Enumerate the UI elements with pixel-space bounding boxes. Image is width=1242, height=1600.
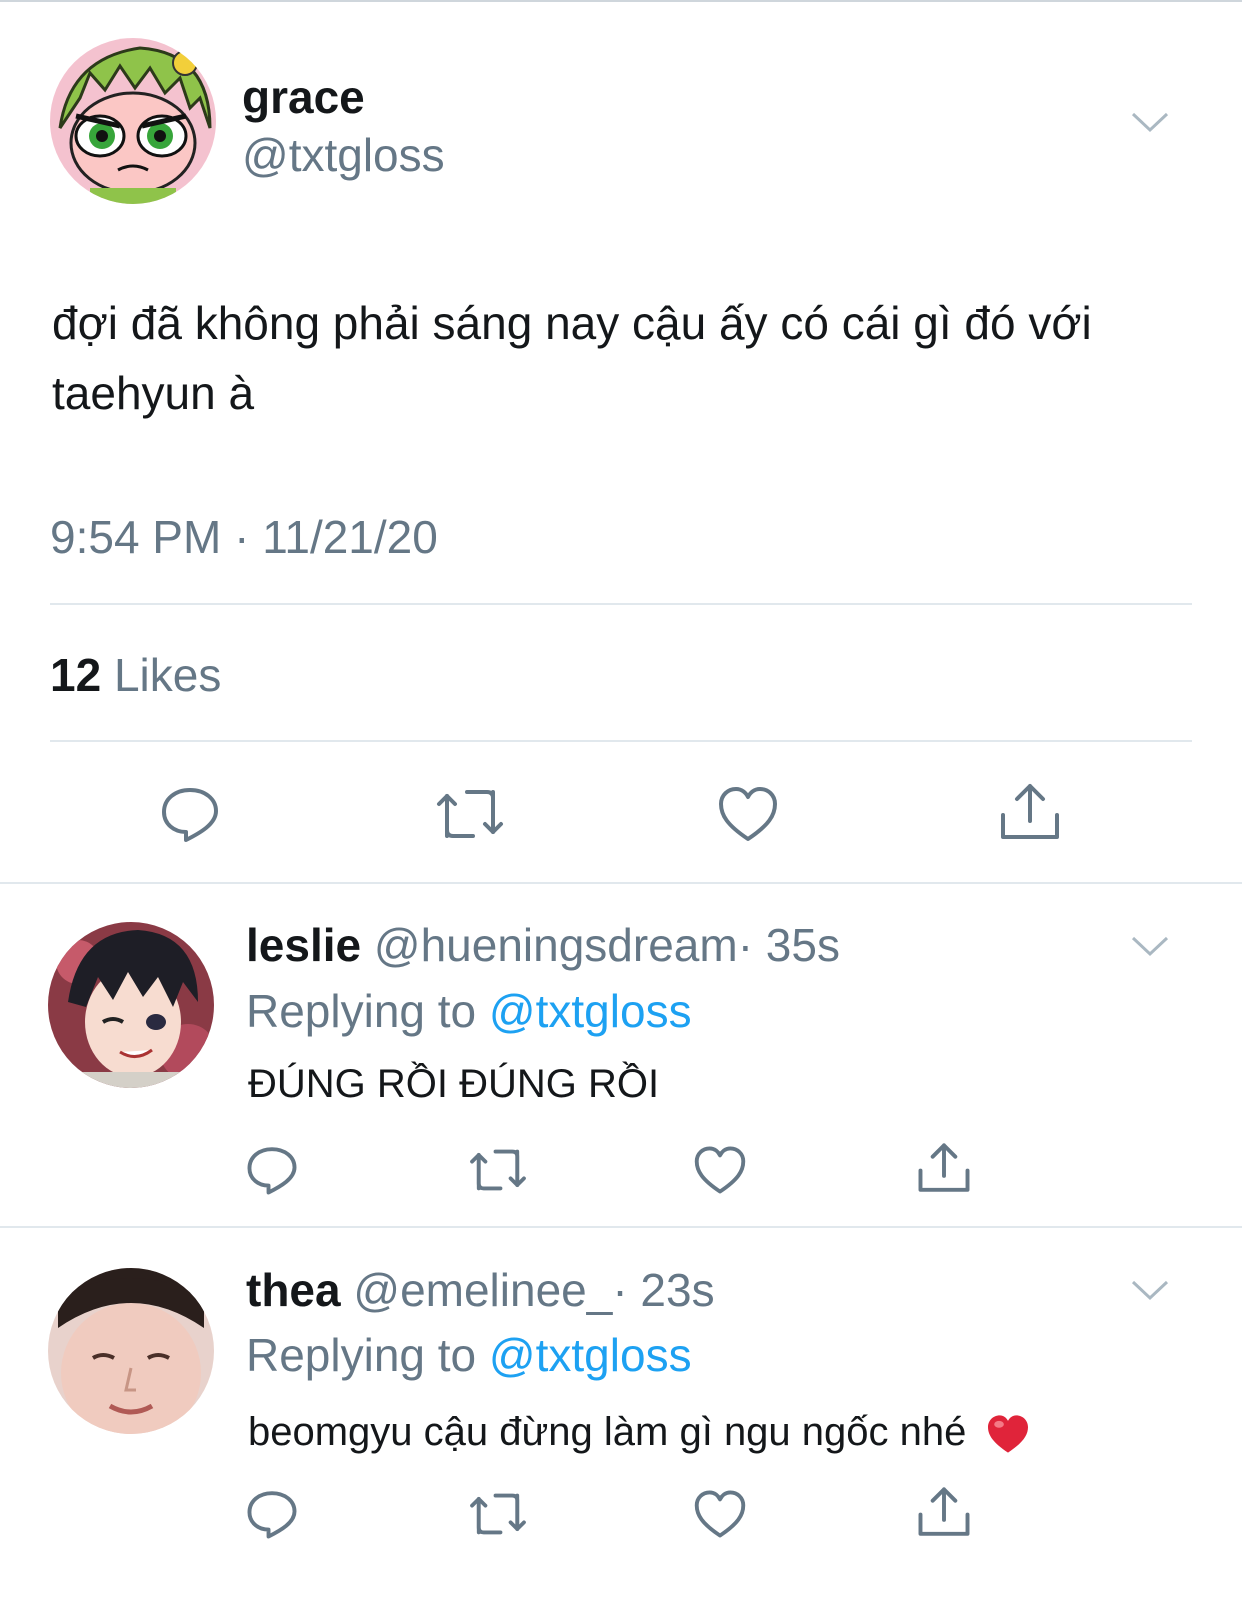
like-icon: [694, 1490, 746, 1538]
share-icon: [1001, 784, 1059, 839]
reply-icon: [247, 1147, 297, 1195]
retweet-icon: [470, 1149, 526, 1191]
retweet-button[interactable]: [466, 1486, 530, 1542]
divider: [50, 603, 1192, 605]
retweet-icon: [437, 790, 503, 838]
reply-button[interactable]: [244, 1486, 300, 1542]
like-icon: [694, 1146, 746, 1194]
replying-to: Replying to @txtgloss: [246, 984, 692, 1038]
tweet-timestamp[interactable]: 9:54 PM · 11/21/20: [50, 510, 438, 564]
avatar-grace[interactable]: [50, 38, 216, 204]
replying-to: Replying to @txtgloss: [246, 1328, 692, 1382]
share-button[interactable]: [998, 780, 1062, 844]
reply-icon: [162, 788, 218, 842]
retweet-button[interactable]: [466, 1142, 530, 1198]
reply-author-handle[interactable]: @emelinee_: [353, 1264, 612, 1316]
chevron-down-icon[interactable]: [1130, 934, 1170, 958]
share-icon: [918, 1143, 970, 1192]
author-name[interactable]: grace: [242, 70, 365, 124]
retweet-button[interactable]: [432, 782, 508, 846]
like-button[interactable]: [692, 1142, 748, 1198]
avatar-leslie[interactable]: [48, 922, 214, 1088]
likes-count[interactable]: 12 Likes: [50, 648, 221, 702]
replying-to-handle[interactable]: @txtgloss: [489, 985, 692, 1037]
share-button[interactable]: [916, 1484, 972, 1540]
retweet-icon: [470, 1493, 526, 1535]
divider: [0, 1226, 1242, 1228]
chevron-down-icon[interactable]: [1130, 1278, 1170, 1302]
reply-author-handle[interactable]: @hueningsdream: [374, 919, 738, 971]
author-handle[interactable]: @txtgloss: [242, 128, 445, 182]
top-border: [0, 0, 1242, 2]
reply-button[interactable]: [158, 782, 222, 846]
reply-icon: [247, 1491, 297, 1539]
like-button[interactable]: [692, 1486, 748, 1542]
red-heart-emoji-icon: [987, 1415, 1028, 1454]
reply-header: thea @emelinee_· 23s: [246, 1263, 715, 1317]
share-icon: [918, 1487, 970, 1536]
like-icon: [719, 787, 777, 841]
reply-text-line: beomgyu cậu đừng làm gì ngu ngốc nhé: [248, 1410, 1030, 1455]
reply-author-name[interactable]: leslie: [246, 919, 361, 971]
chevron-down-icon[interactable]: [1130, 110, 1170, 134]
likes-label: Likes: [113, 649, 222, 701]
divider: [50, 740, 1192, 742]
replying-to-label: Replying to: [246, 985, 477, 1037]
reply-author-name[interactable]: thea: [246, 1264, 341, 1316]
reply-time: · 23s: [612, 1264, 715, 1316]
like-button[interactable]: [716, 782, 780, 846]
reply-time: · 35s: [737, 919, 840, 971]
reply-header: leslie @hueningsdream· 35s: [246, 918, 840, 972]
replying-to-label: Replying to: [246, 1329, 477, 1381]
reply-text: ĐÚNG RỒI ĐÚNG RỒI: [248, 1062, 660, 1106]
replying-to-handle[interactable]: @txtgloss: [489, 1329, 692, 1381]
tweet-text: đợi đã không phải sáng nay cậu ấy có cái…: [52, 297, 1092, 419]
reply-text: beomgyu cậu đừng làm gì ngu ngốc nhé: [248, 1410, 967, 1454]
reply-button[interactable]: [244, 1142, 300, 1198]
share-button[interactable]: [916, 1140, 972, 1196]
likes-number: 12: [50, 649, 102, 701]
avatar-thea[interactable]: [48, 1268, 214, 1434]
divider: [0, 882, 1242, 884]
